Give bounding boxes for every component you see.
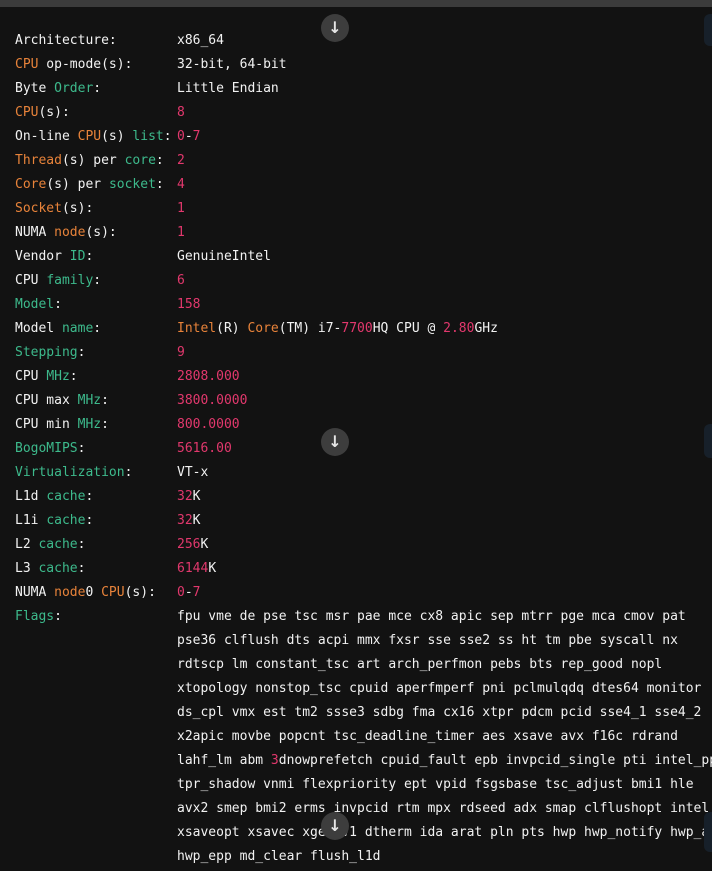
flags-line: pse36 clflush dts acpi mmx fxsr sse sse2… <box>177 633 678 648</box>
flags-line: rdtscp lm constant_tsc art arch_perfmon … <box>177 657 663 672</box>
info-row: NUMA node0 CPU(s): 0-7 <box>0 581 712 605</box>
info-label: CPU(s): <box>15 105 70 120</box>
info-row: L3 cache: 6144K <box>0 557 712 581</box>
info-label: L1i cache: <box>15 513 94 528</box>
info-row: Socket(s): 1 <box>0 197 712 221</box>
info-value: VT-x <box>177 465 209 480</box>
flags-line: lahf_lm abm 3dnowprefetch cpuid_fault ep… <box>177 753 712 768</box>
info-label: Core(s) per socket: <box>15 177 164 192</box>
info-row: CPU max MHz: 3800.0000 <box>0 389 712 413</box>
info-value: 1 <box>177 201 185 216</box>
info-row: Core(s) per socket: 4 <box>0 173 712 197</box>
info-label: Byte Order: <box>15 81 102 96</box>
flags-line: fpu vme de pse tsc msr pae mce cx8 apic … <box>177 609 686 624</box>
info-label: CPU family: <box>15 273 102 288</box>
info-row: L2 cache: 256K <box>0 533 712 557</box>
info-row: NUMA node(s): 1 <box>0 221 712 245</box>
info-value: GenuineIntel <box>177 249 271 264</box>
side-panel-edge <box>704 812 712 852</box>
scroll-down-icon[interactable]: ↓ <box>321 428 349 456</box>
top-bar <box>0 0 712 7</box>
info-label: CPU MHz: <box>15 369 78 384</box>
info-value: 158 <box>177 297 201 312</box>
flags-line: avx2 smep bmi2 erms invpcid rtm mpx rdse… <box>177 801 712 816</box>
info-label: Model name: <box>15 321 102 336</box>
info-value: 3800.0000 <box>177 393 248 408</box>
info-label: Model: <box>15 297 62 312</box>
info-label: NUMA node(s): <box>15 225 117 240</box>
info-value: 2 <box>177 153 185 168</box>
info-value: 800.0000 <box>177 417 240 432</box>
info-row: L1i cache: 32K <box>0 509 712 533</box>
info-label: Thread(s) per core: <box>15 153 164 168</box>
info-row: Virtualization: VT-x <box>0 461 712 485</box>
info-row: Vendor ID: GenuineIntel <box>0 245 712 269</box>
info-value: Intel(R) Core(TM) i7-7700HQ CPU @ 2.80GH… <box>177 321 498 336</box>
info-value: 32-bit, 64-bit <box>177 57 287 72</box>
info-label: L2 cache: <box>15 537 86 552</box>
info-value: 6144K <box>177 561 217 576</box>
info-row: CPU family: 6 <box>0 269 712 293</box>
info-label: CPU min MHz: <box>15 417 109 432</box>
info-value: 8 <box>177 105 185 120</box>
side-panel-edge <box>704 424 712 458</box>
info-row: CPU op-mode(s): 32-bit, 64-bit <box>0 53 712 77</box>
info-label: CPU max MHz: <box>15 393 109 408</box>
info-label: BogoMIPS: <box>15 441 86 456</box>
info-value: Little Endian <box>177 81 279 96</box>
info-value: 9 <box>177 345 185 360</box>
flags-line: tpr_shadow vnmi flexpriority ept vpid fs… <box>177 777 694 792</box>
flags-line: xtopology nonstop_tsc cpuid aperfmperf p… <box>177 681 702 696</box>
info-value: 1 <box>177 225 185 240</box>
info-row: L1d cache: 32K <box>0 485 712 509</box>
flags-line: x2apic movbe popcnt tsc_deadline_timer a… <box>177 729 678 744</box>
scroll-down-icon[interactable]: ↓ <box>321 812 349 840</box>
info-value: 5616.00 <box>177 441 232 456</box>
code-output-block: Architecture: x86_64 CPU op-mode(s): 32-bit… <box>0 7 712 871</box>
info-label: Flags: <box>15 609 62 624</box>
info-row: Stepping: 9 <box>0 341 712 365</box>
info-value: 6 <box>177 273 185 288</box>
info-label: Architecture: <box>15 33 117 48</box>
info-row: Model: 158 <box>0 293 712 317</box>
info-row: Model name: Intel(R) Core(TM) i7-7700HQ C… <box>0 317 712 341</box>
info-row: Architecture: x86_64 <box>0 29 712 53</box>
info-row: On-line CPU(s) list: 0-7 <box>0 125 712 149</box>
flags-line: ds_cpl vmx est tm2 ssse3 sdbg fma cx16 x… <box>177 705 702 720</box>
flags-line: hwp_epp md_clear flush_l1d <box>177 849 381 864</box>
info-label: L3 cache: <box>15 561 86 576</box>
info-label: Virtualization: <box>15 465 133 480</box>
info-value: 0-7 <box>177 585 201 600</box>
info-value: 32K <box>177 489 201 504</box>
info-label: On-line CPU(s) list: <box>15 129 172 144</box>
info-value: 0-7 <box>177 129 201 144</box>
info-value: x86_64 <box>177 33 224 48</box>
info-row: BogoMIPS: 5616.00 <box>0 437 712 461</box>
info-label: Socket(s): <box>15 201 94 216</box>
info-value: 2808.000 <box>177 369 240 384</box>
info-label: Stepping: <box>15 345 86 360</box>
scroll-down-icon[interactable]: ↓ <box>321 14 349 42</box>
info-value: 4 <box>177 177 185 192</box>
info-label: NUMA node0 CPU(s): <box>15 585 156 600</box>
info-row: Thread(s) per core: 2 <box>0 149 712 173</box>
info-row: CPU(s): 8 <box>0 101 712 125</box>
info-value: 32K <box>177 513 201 528</box>
info-value: 256K <box>177 537 209 552</box>
flags-line: xsaveopt xsavec xgetbv1 dtherm ida arat … <box>177 825 712 840</box>
side-panel-edge <box>704 14 712 46</box>
info-label: CPU op-mode(s): <box>15 57 133 72</box>
info-row: CPU min MHz: 800.0000 <box>0 413 712 437</box>
info-row: CPU MHz: 2808.000 <box>0 365 712 389</box>
info-row: Byte Order: Little Endian <box>0 77 712 101</box>
info-label: L1d cache: <box>15 489 94 504</box>
info-label: Vendor ID: <box>15 249 94 264</box>
